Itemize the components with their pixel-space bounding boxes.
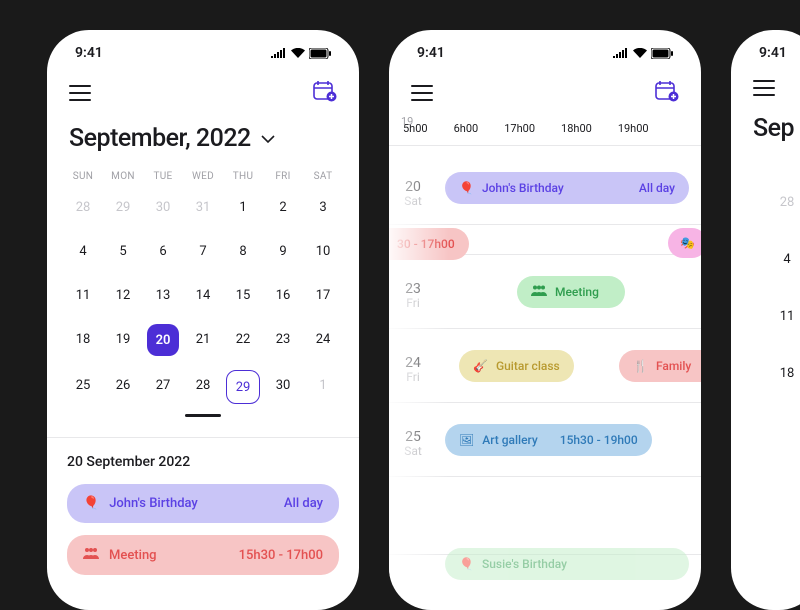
day-cell[interactable]: 4 xyxy=(63,236,103,266)
day-cell[interactable]: 13 xyxy=(143,280,183,310)
day-cell[interactable]: 31 xyxy=(183,192,223,222)
day-cell[interactable]: 2 xyxy=(263,192,303,222)
image-icon: 🖼 xyxy=(459,433,474,447)
people-icon xyxy=(531,285,547,299)
people-icon xyxy=(83,547,99,563)
day-label: 20 Sat xyxy=(389,180,437,209)
month-title-row[interactable]: Sep xyxy=(731,106,800,157)
event-meeting[interactable]: Meeting xyxy=(517,276,625,308)
status-icons xyxy=(613,48,673,59)
day-cell[interactable]: 16 xyxy=(263,280,303,310)
status-time: 9:41 xyxy=(75,45,103,61)
event-label: Meeting xyxy=(109,548,157,563)
phone-timeline-view: 9:41 19 5h00 6h00 17h00 18h00 19h00 xyxy=(389,30,701,610)
day-cell[interactable]: 19 xyxy=(103,324,143,354)
day-cell[interactable]: 5 xyxy=(103,236,143,266)
day-cell[interactable]: 29 xyxy=(226,370,260,404)
day-cell[interactable]: 7 xyxy=(183,236,223,266)
day-cell[interactable]: 28 xyxy=(183,370,223,400)
event-partial-meeting[interactable]: 30 - 17h00 xyxy=(389,228,469,260)
day-cell[interactable]: 9 xyxy=(263,236,303,266)
time-scale: 5h00 6h00 17h00 18h00 19h00 xyxy=(389,116,701,146)
day-cell[interactable]: 17 xyxy=(303,280,343,310)
add-event-icon[interactable] xyxy=(655,80,679,106)
status-time: 9:41 xyxy=(759,45,787,61)
day-events-section: 20 September 2022 🎈 John's Birthday All … xyxy=(47,438,359,575)
phone-peek: 9:41 Sep 28 4 11 18 xyxy=(731,30,800,610)
day-cell[interactable]: 30 xyxy=(143,192,183,222)
event-label: John's Birthday xyxy=(109,496,198,511)
day-cell[interactable]: 28 xyxy=(63,192,103,222)
menu-icon[interactable] xyxy=(69,85,91,101)
event-pill-meeting[interactable]: Meeting 15h30 - 17h00 xyxy=(67,535,339,575)
month-grid: SUN MON TUE WED THU FRI SAT 282930311234… xyxy=(47,167,359,423)
balloons-icon: 🎈 xyxy=(83,496,99,511)
event-birthday[interactable]: 🎈 John's Birthday All day xyxy=(445,172,689,204)
status-bar: 9:41 xyxy=(731,30,800,68)
event-guitar[interactable]: 🎸 Guitar class xyxy=(459,350,574,382)
day-cell[interactable]: 1 xyxy=(303,370,343,400)
add-event-icon[interactable] xyxy=(313,80,337,106)
day-cell[interactable]: 18 xyxy=(753,358,800,388)
day-cell[interactable]: 22 xyxy=(223,324,263,354)
prev-day-label: 19 xyxy=(401,116,413,128)
event-time: All day xyxy=(284,496,323,511)
event-susie-birthday[interactable]: 🎈 Susie's Birthday xyxy=(445,548,689,580)
day-cell[interactable]: 25 xyxy=(63,370,103,400)
balloons-icon: 🎈 xyxy=(459,557,474,571)
day-cell[interactable]: 20 xyxy=(147,324,179,356)
app-header xyxy=(47,68,359,116)
food-icon: 🍴 xyxy=(633,359,648,373)
day-cell[interactable]: 11 xyxy=(63,280,103,310)
balloons-icon: 🎈 xyxy=(459,181,474,195)
day-cell[interactable]: 3 xyxy=(303,192,343,222)
day-cell[interactable]: 4 xyxy=(753,244,800,274)
chevron-down-icon xyxy=(261,129,275,148)
event-family[interactable]: 🍴 Family xyxy=(619,350,701,382)
status-time: 9:41 xyxy=(417,45,445,61)
day-cell[interactable]: 30 xyxy=(263,370,303,400)
guitar-icon: 🎸 xyxy=(473,359,488,373)
day-cell[interactable]: 18 xyxy=(63,324,103,354)
day-label: 25 Sat xyxy=(389,430,437,459)
day-cell[interactable]: 10 xyxy=(303,236,343,266)
day-cell[interactable]: 11 xyxy=(753,301,800,331)
day-cell[interactable]: 6 xyxy=(143,236,183,266)
day-cell[interactable]: 15 xyxy=(223,280,263,310)
weekday-header: SUN MON TUE WED THU FRI SAT xyxy=(63,167,343,192)
status-bar: 9:41 xyxy=(389,30,701,68)
status-icons xyxy=(271,48,331,59)
day-cell[interactable]: 14 xyxy=(183,280,223,310)
grid-handle[interactable] xyxy=(185,414,221,417)
day-label: 24 Fri xyxy=(389,356,437,385)
phone-month-view: 9:41 September, 2022 SUN MON TUE xyxy=(47,30,359,610)
day-cell[interactable]: 21 xyxy=(183,324,223,354)
day-events-title: 20 September 2022 xyxy=(67,454,339,470)
masks-icon: 🎭 xyxy=(680,236,695,250)
event-theater[interactable]: 🎭 xyxy=(668,228,701,258)
day-label: 23 Fri xyxy=(389,282,437,311)
month-title: September, 2022 xyxy=(69,124,251,153)
status-bar: 9:41 xyxy=(47,30,359,68)
event-time: 15h30 - 17h00 xyxy=(239,548,323,563)
day-cell[interactable]: 12 xyxy=(103,280,143,310)
timeline-body[interactable]: 20 Sat 23 Fri 24 Fri 25 Sat 🎈 John's Bir… xyxy=(389,146,701,586)
day-cell[interactable]: 29 xyxy=(103,192,143,222)
day-cell[interactable]: 26 xyxy=(103,370,143,400)
day-cell[interactable]: 8 xyxy=(223,236,263,266)
day-cell[interactable]: 1 xyxy=(223,192,263,222)
day-cell[interactable]: 23 xyxy=(263,324,303,354)
day-cell[interactable]: 28 xyxy=(753,187,800,217)
app-header xyxy=(731,68,800,106)
menu-icon[interactable] xyxy=(411,85,433,101)
day-grid: 2829303112345678910111213141516171819202… xyxy=(63,192,343,404)
month-title-partial: Sep xyxy=(753,114,794,143)
day-cell[interactable]: 24 xyxy=(303,324,343,354)
event-art-gallery[interactable]: 🖼 Art gallery 15h30 - 19h00 xyxy=(445,424,652,456)
app-header xyxy=(389,68,701,116)
menu-icon[interactable] xyxy=(753,80,775,96)
event-pill-birthday[interactable]: 🎈 John's Birthday All day xyxy=(67,484,339,523)
month-title-row[interactable]: September, 2022 xyxy=(47,116,359,167)
day-cell[interactable]: 27 xyxy=(143,370,183,400)
